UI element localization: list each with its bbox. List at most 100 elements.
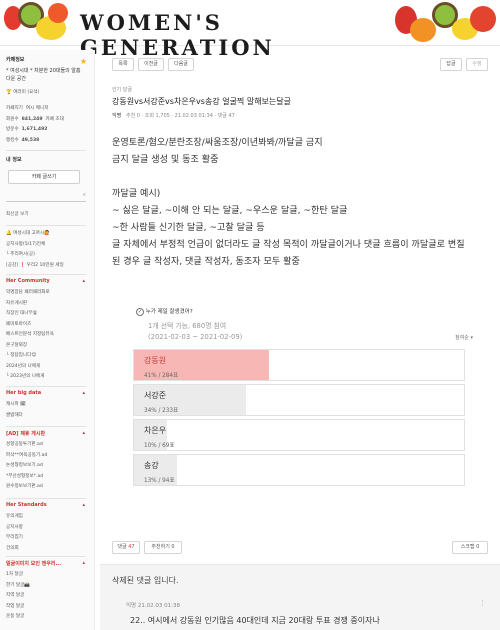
scrap-button[interactable]: 스크랩 0 xyxy=(452,541,488,554)
collapse-icon[interactable]: ▴ xyxy=(82,278,85,284)
divider xyxy=(6,225,86,226)
divider xyxy=(6,274,86,275)
post-body-line: 된 경우 글 작성자, 댓글 작성자, 동조자 모두 활중 xyxy=(112,257,300,267)
post-body-line: 까달글 예시) xyxy=(112,189,161,199)
reply-button[interactable]: 답글 xyxy=(440,58,462,71)
menu-item[interactable]: 부리칩기 xyxy=(6,533,23,544)
my-activity-heading[interactable]: 내 정보 xyxy=(6,156,22,163)
menu-item[interactable]: 파삭**여욕공동기.ad xyxy=(6,451,47,462)
list-button[interactable]: 목록 xyxy=(112,58,134,71)
next-post-button[interactable]: 다음글 xyxy=(168,58,194,71)
star-icon[interactable]: ★ xyxy=(80,57,87,66)
menu-item[interactable]: 한기 달글📸 xyxy=(6,581,30,592)
menu-item[interactable]: *부산성형정보*.ad xyxy=(6,472,47,483)
menu-item[interactable]: 1차 달글 xyxy=(6,570,30,581)
write-post-button[interactable]: 카페 글쓰기 xyxy=(8,170,80,184)
vote-option[interactable]: 송강 13% / 94표 xyxy=(133,454,465,486)
menu-item[interactable]: 온구달뫼장 xyxy=(6,341,54,352)
post-author[interactable]: 익명 xyxy=(112,112,121,119)
menu-item[interactable]: 🔔 여성시대 고르시🙋 xyxy=(6,229,64,240)
stat-label: 랭킹수 xyxy=(6,137,19,143)
stat-label: 방문수 xyxy=(6,127,19,132)
menu-item[interactable]: 쌀밥해다 xyxy=(6,411,26,422)
vote-question: ✓ 누가 제일 잘생겼어? xyxy=(136,307,193,316)
menu-item[interactable]: 자유게시판 xyxy=(6,299,54,310)
cafe-banner[interactable]: WOMEN'S GENERATION xyxy=(0,0,500,60)
divider xyxy=(6,426,86,427)
sidebar-search[interactable]: ⌕ xyxy=(6,191,86,202)
menu-item[interactable]: 지역 달글 xyxy=(6,591,30,602)
cafe-info-heading: 카페정보 xyxy=(6,57,25,63)
edit-button[interactable]: 수정 xyxy=(466,58,488,71)
community-heading[interactable]: Her Community xyxy=(6,278,50,284)
menu-item[interactable]: 베스트인분석 지정탐뷰욕 xyxy=(6,330,54,341)
comment-count-button[interactable]: 댓글 47 xyxy=(112,541,140,554)
menu-item[interactable]: 논성형정보보기.ad xyxy=(6,461,47,472)
stat-value: 1,671,492 xyxy=(21,127,48,132)
menu-item[interactable]: 페미토마이즈 xyxy=(6,320,54,331)
divider xyxy=(6,150,86,151)
stat-value: 49,538 xyxy=(21,137,40,143)
vote-option-result: 13% / 94표 xyxy=(144,478,175,484)
post-category[interactable]: 인기 달글 xyxy=(112,86,132,93)
menu-item[interactable]: 공지사항(5/17)전체 xyxy=(6,240,64,251)
vote-check-icon: ✓ xyxy=(136,308,144,316)
bigdata-heading[interactable]: Her big data xyxy=(6,390,41,396)
recent-posts-link[interactable]: 최신글 보기 xyxy=(6,210,29,221)
post-title: 강동원vs서강준vs차은우vs송강 얼굴찍 말해보는달글 xyxy=(112,97,291,106)
level-badge-icon: 🏆 xyxy=(6,90,12,95)
vote-option[interactable]: 서강준 34% / 233표 xyxy=(133,384,465,416)
sidebar: 카페정보 ★ * 여성시대 * 차분한 20대들의 알흠다운 공간 🏆 여러미 … xyxy=(0,50,95,630)
divider xyxy=(6,556,86,557)
vote-option[interactable]: 강동원 41% / 284표 xyxy=(133,349,465,381)
menu-item[interactable]: 2024년의 나에게 xyxy=(6,362,54,373)
prev-post-button[interactable]: 이전글 xyxy=(138,58,164,71)
menu-top-list: 🔔 여성시대 고르시🙋 공지사항(5/17)전체 └ 추리여시(공) [공감] … xyxy=(6,229,64,271)
vote-option-result: 41% / 284표 xyxy=(144,373,179,379)
menu-item[interactable]: 공지사항 xyxy=(6,523,23,534)
menu-item[interactable]: 작업 달글 xyxy=(6,602,30,613)
menu-item[interactable]: └ 2023년의 나에게 xyxy=(6,372,54,383)
vote-period: (2021-02-03 ~ 2021-02-09) xyxy=(148,333,243,341)
ad-heading[interactable]: [AD] 제휴 게시판 xyxy=(6,430,45,437)
menu-item[interactable]: 유의게임 xyxy=(6,512,23,523)
invite-link[interactable]: 카페 초대 xyxy=(45,117,63,122)
cafe-name[interactable]: * 여성시대 * 차분한 20대들의 알흠다운 공간 xyxy=(6,68,84,83)
comment-count: 47 xyxy=(128,544,135,550)
ad-list: 성향공동투기판.ad 파삭**여욕공동기.ad 논성형정보보기.ad *부산성형… xyxy=(6,440,47,493)
post-meta: 추천 0 · 조회 1,705 · 21.02.03 01:34 · 댓글 47 xyxy=(126,113,235,119)
vote-order-dropdown[interactable]: 참여순 ▾ xyxy=(455,334,473,341)
comment-meta: 익명 21.02.03 01:38 xyxy=(126,603,180,609)
vote-option-name: 차은우 xyxy=(144,426,167,435)
menu-item[interactable]: 운동 달글 xyxy=(6,612,30,623)
stat-value: 841,249 xyxy=(21,116,43,122)
standards-heading[interactable]: Her Standards xyxy=(6,502,47,508)
vote-box: ✓ 누가 제일 잘생겼어? 1개 선택 가능, 680명 참여 (2021-02… xyxy=(128,302,473,542)
menu-item[interactable]: [공감] ❗ 우리2 10만원 세일 xyxy=(6,261,64,272)
search-icon[interactable]: ⌕ xyxy=(83,191,86,199)
menu-item[interactable]: └ 정답입니다😊 xyxy=(6,351,54,362)
recommend-button[interactable]: 추천하기 0 xyxy=(144,541,182,554)
menu-item[interactable]: └ 추리여시(공) xyxy=(6,250,64,261)
stat-value[interactable]: 여시 매니저 xyxy=(26,106,49,111)
menu-item[interactable]: 직장인 대나무숲 xyxy=(6,309,54,320)
collapse-icon[interactable]: ▴ xyxy=(82,560,85,566)
comment-label: 댓글 xyxy=(117,544,127,550)
menu-item[interactable]: 원수정보보기판.ad xyxy=(6,482,47,493)
menu-item[interactable]: 캐시파 🗓 xyxy=(6,400,26,411)
extra-heading[interactable]: 얼굴이미지 모인 앤우리... xyxy=(6,560,61,567)
collapse-icon[interactable]: ▴ xyxy=(82,390,85,396)
standards-list: 유의게임 공지사항 부리칩기 건의회 xyxy=(6,512,23,554)
vote-option[interactable]: 차은우 10% / 69표 xyxy=(133,419,465,451)
menu-item[interactable]: 성향공동투기판.ad xyxy=(6,440,47,451)
menu-item[interactable]: 익명잡담 패러패러화로 xyxy=(6,288,54,299)
menu-item[interactable]: 건의회 xyxy=(6,544,23,555)
collapse-icon[interactable]: ▴ xyxy=(82,502,85,508)
post-body-line: 운영토론/혐오/분란조장/싸움조장/이년봐봐/까달글 금지 xyxy=(112,138,323,148)
post-body-line: 글 자체에서 부정적 언급이 없더라도 글 작성 목적이 까달글이거나 댓글 흐… xyxy=(112,240,465,250)
divider xyxy=(6,498,86,499)
stat-label: 카페지기 xyxy=(6,106,23,111)
vote-option-name: 서강준 xyxy=(144,391,167,400)
collapse-icon[interactable]: ▴ xyxy=(82,430,85,436)
more-options-icon[interactable]: ⋮ xyxy=(479,599,486,607)
